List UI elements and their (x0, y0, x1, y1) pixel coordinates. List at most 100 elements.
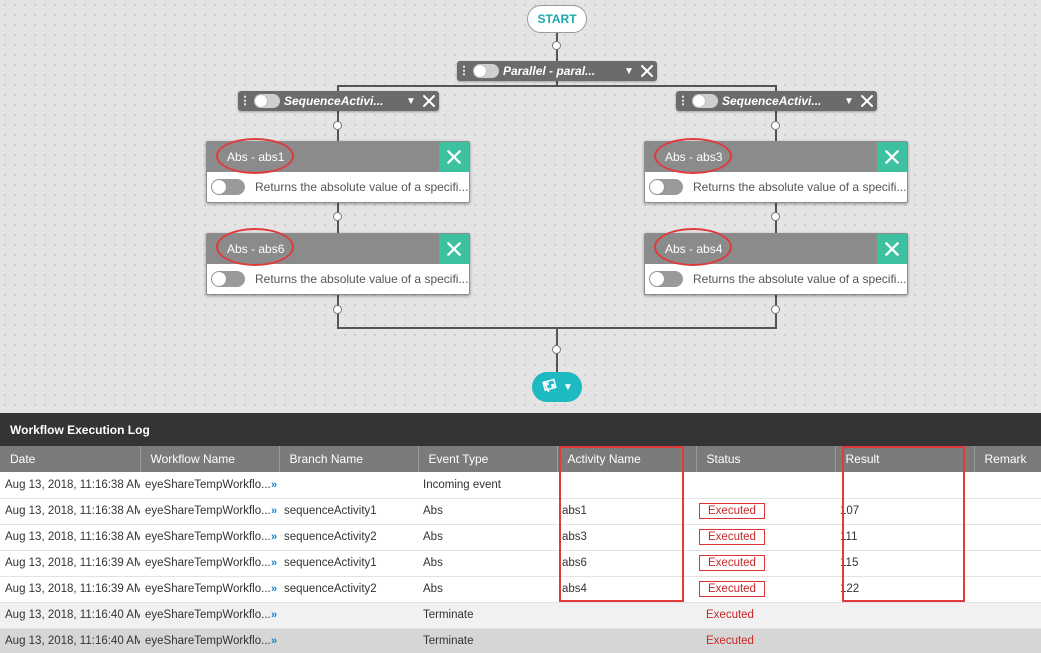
log-table: Date Workflow Name Branch Name Event Typ… (0, 446, 1041, 653)
parallel-label: Parallel - paral... (503, 64, 596, 78)
column-header-event-type[interactable]: Event Type (418, 446, 558, 472)
sequence-enable-toggle[interactable] (254, 94, 280, 108)
double-chevron-right-icon[interactable]: » (271, 479, 277, 491)
table-row[interactable]: Aug 13, 2018, 11:16:39 AM eyeShareTempWo… (0, 576, 1041, 603)
wrench-screwdriver-icon[interactable] (877, 234, 907, 264)
table-row[interactable]: Aug 13, 2018, 11:16:40 AM eyeShareTempWo… (0, 602, 1041, 629)
double-chevron-right-icon[interactable]: » (271, 557, 277, 569)
cell-result (835, 628, 974, 653)
cell-workflow-name: eyeShareTempWorkflo... (145, 609, 270, 621)
connector-port[interactable] (333, 212, 342, 221)
start-node[interactable]: START (527, 5, 587, 33)
activity-title: Abs - abs1 (227, 150, 285, 164)
sequence-activity-bar-2[interactable]: ⋮ SequenceActivi... ▼ (676, 91, 877, 111)
activity-enable-toggle[interactable] (649, 179, 683, 195)
workflow-canvas[interactable]: START ⋮ Parallel - paral... ▼ ⋮ Sequence… (0, 0, 1041, 413)
chevron-down-icon[interactable]: ▼ (841, 96, 857, 107)
cell-date: Aug 13, 2018, 11:16:39 AM (0, 576, 140, 603)
table-row[interactable]: Aug 13, 2018, 11:16:38 AM eyeShareTempWo… (0, 498, 1041, 525)
cell-remark (974, 576, 1041, 603)
column-header-branch-name[interactable]: Branch Name (279, 446, 419, 472)
connector-port[interactable] (333, 121, 342, 130)
connector-port[interactable] (552, 41, 561, 50)
wrench-screwdriver-icon[interactable] (439, 142, 469, 172)
end-node[interactable]: ▼ (532, 372, 582, 402)
cell-event-type: Abs (418, 550, 557, 577)
connector-port[interactable] (552, 345, 561, 354)
chevron-down-icon[interactable]: ▼ (403, 96, 419, 107)
cell-activity-name: abs4 (557, 576, 696, 603)
cell-result (835, 602, 974, 629)
status-text: Executed (706, 635, 754, 647)
cell-activity-name (557, 602, 696, 629)
column-header-workflow-name[interactable]: Workflow Name (140, 446, 280, 472)
double-chevron-right-icon[interactable]: » (271, 505, 277, 517)
status-badge: Executed (699, 555, 765, 571)
column-header-result[interactable]: Result (835, 446, 975, 472)
cell-result: 111 (835, 524, 974, 551)
wrench-screwdriver-icon[interactable] (439, 234, 469, 264)
table-row[interactable]: Aug 13, 2018, 11:16:38 AM eyeShareTempWo… (0, 524, 1041, 551)
activity-description: Returns the absolute value of a specifi.… (255, 180, 469, 194)
wrench-screwdriver-icon[interactable] (857, 91, 877, 111)
chevron-down-icon[interactable]: ▼ (621, 66, 637, 77)
wrench-screwdriver-icon[interactable] (419, 91, 439, 111)
drag-handle-icon[interactable]: ⋮ (238, 95, 252, 107)
table-row[interactable]: Aug 13, 2018, 11:16:38 AM eyeShareTempWo… (0, 472, 1041, 499)
wrench-screwdriver-icon[interactable] (877, 142, 907, 172)
cell-date: Aug 13, 2018, 11:16:40 AM (0, 628, 140, 653)
cell-result: 107 (835, 498, 974, 525)
parallel-activity-bar[interactable]: ⋮ Parallel - paral... ▼ (457, 61, 657, 81)
cell-remark (974, 472, 1041, 499)
cell-event-type: Abs (418, 524, 557, 551)
cell-branch: sequenceActivity1 (279, 498, 418, 525)
status-badge: Executed (699, 529, 765, 545)
cell-date: Aug 13, 2018, 11:16:39 AM (0, 550, 140, 577)
cell-branch: sequenceActivity2 (279, 576, 418, 603)
sequence-enable-toggle[interactable] (692, 94, 718, 108)
cell-workflow-name: eyeShareTempWorkflo... (145, 531, 270, 543)
activity-card-abs3[interactable]: Abs - abs3 Returns the absolute value of… (644, 141, 908, 203)
activity-card-abs4[interactable]: Abs - abs4 Returns the absolute value of… (644, 233, 908, 295)
log-header-row: Date Workflow Name Branch Name Event Typ… (0, 446, 1041, 472)
connector-port[interactable] (771, 305, 780, 314)
sequence-activity-bar-1[interactable]: ⋮ SequenceActivi... ▼ (238, 91, 439, 111)
table-row[interactable]: Aug 13, 2018, 11:16:40 AM eyeShareTempWo… (0, 628, 1041, 653)
cell-branch (279, 628, 418, 653)
log-title: Workflow Execution Log (0, 413, 1041, 446)
chevron-down-icon[interactable]: ▼ (563, 382, 573, 393)
parallel-enable-toggle[interactable] (473, 64, 499, 78)
activity-enable-toggle[interactable] (211, 271, 245, 287)
cell-result: 115 (835, 550, 974, 577)
cell-workflow-name: eyeShareTempWorkflo... (145, 583, 270, 595)
workflow-execution-log: Workflow Execution Log Date Workflow Nam… (0, 413, 1041, 653)
cell-activity-name (557, 628, 696, 653)
status-badge: Executed (699, 581, 765, 597)
double-chevron-right-icon[interactable]: » (271, 609, 277, 621)
cell-result (835, 472, 974, 499)
sequence-label: SequenceActivi... (284, 94, 384, 108)
double-chevron-right-icon[interactable]: » (271, 583, 277, 595)
cell-workflow-name: eyeShareTempWorkflo... (145, 557, 270, 569)
cell-remark (974, 550, 1041, 577)
activity-enable-toggle[interactable] (649, 271, 683, 287)
column-header-remark[interactable]: Remark (974, 446, 1041, 472)
activity-card-abs1[interactable]: Abs - abs1 Returns the absolute value of… (206, 141, 470, 203)
double-chevron-right-icon[interactable]: » (271, 635, 277, 647)
activity-card-abs6[interactable]: Abs - abs6 Returns the absolute value of… (206, 233, 470, 295)
double-chevron-right-icon[interactable]: » (271, 531, 277, 543)
cell-activity-name: abs3 (557, 524, 696, 551)
column-header-date[interactable]: Date (0, 446, 141, 472)
status-text: Executed (706, 609, 754, 621)
activity-description: Returns the absolute value of a specifi.… (693, 180, 907, 194)
column-header-activity-name[interactable]: Activity Name (557, 446, 697, 472)
wrench-screwdriver-icon[interactable] (637, 61, 657, 81)
drag-handle-icon[interactable]: ⋮ (676, 95, 690, 107)
drag-handle-icon[interactable]: ⋮ (457, 65, 471, 77)
table-row[interactable]: Aug 13, 2018, 11:16:39 AM eyeShareTempWo… (0, 550, 1041, 577)
connector-port[interactable] (771, 212, 780, 221)
connector-port[interactable] (771, 121, 780, 130)
column-header-status[interactable]: Status (696, 446, 836, 472)
connector-port[interactable] (333, 305, 342, 314)
activity-enable-toggle[interactable] (211, 179, 245, 195)
